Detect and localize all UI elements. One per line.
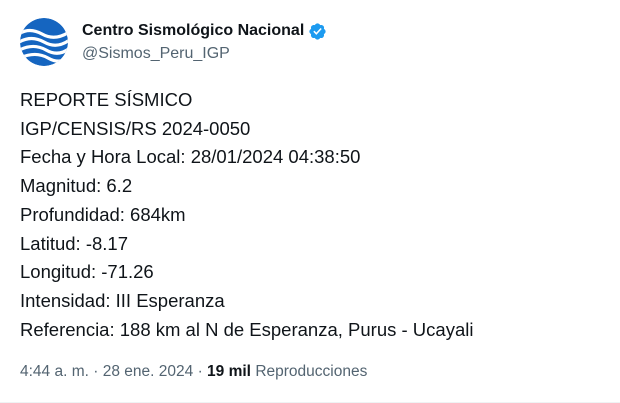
views-label: Reproducciones [255, 363, 368, 380]
post-line-datetime: Fecha y Hora Local: 28/01/2024 04:38:50 [20, 146, 361, 168]
post-line-latitude: Latitud: -8.17 [20, 232, 128, 254]
meta-separator: · [197, 363, 203, 380]
post-card: Centro Sismológico Nacional @Sismos_Peru… [0, 0, 620, 403]
views-count: 19 mil [207, 363, 251, 380]
avatar[interactable] [20, 18, 68, 66]
post-line-report-title: REPORTE SÍSMICO [20, 89, 193, 110]
post-header: Centro Sismológico Nacional @Sismos_Peru… [20, 18, 327, 66]
author-names: Centro Sismológico Nacional @Sismos_Peru… [82, 21, 327, 64]
author-handle[interactable]: @Sismos_Peru_IGP [82, 44, 327, 64]
post-text: REPORTE SÍSMICO IGP/CENSIS/RS 2024-0050 … [20, 86, 473, 344]
post-line-intensity: Intensidad: III Esperanza [20, 289, 225, 311]
post-date[interactable]: 28 ene. 2024 [103, 363, 194, 380]
post-line-magnitude: Magnitud: 6.2 [20, 175, 133, 197]
post-line-report-id: IGP/CENSIS/RS 2024-0050 [20, 117, 251, 139]
verified-badge-icon[interactable] [308, 22, 327, 41]
meta-separator: · [93, 363, 99, 380]
post-line-reference: Referencia: 188 km al N de Esperanza, Pu… [20, 318, 474, 340]
post-time[interactable]: 4:44 a. m. [20, 363, 89, 380]
display-name[interactable]: Centro Sismológico Nacional [82, 21, 304, 41]
post-line-longitude: Longitud: -71.26 [20, 261, 154, 283]
post-meta: 4:44 a. m. · 28 ene. 2024 · 19 mil Repro… [20, 363, 367, 381]
post-line-depth: Profundidad: 684km [20, 203, 186, 225]
igp-logo-icon [20, 18, 68, 66]
display-name-row: Centro Sismológico Nacional [82, 21, 327, 41]
